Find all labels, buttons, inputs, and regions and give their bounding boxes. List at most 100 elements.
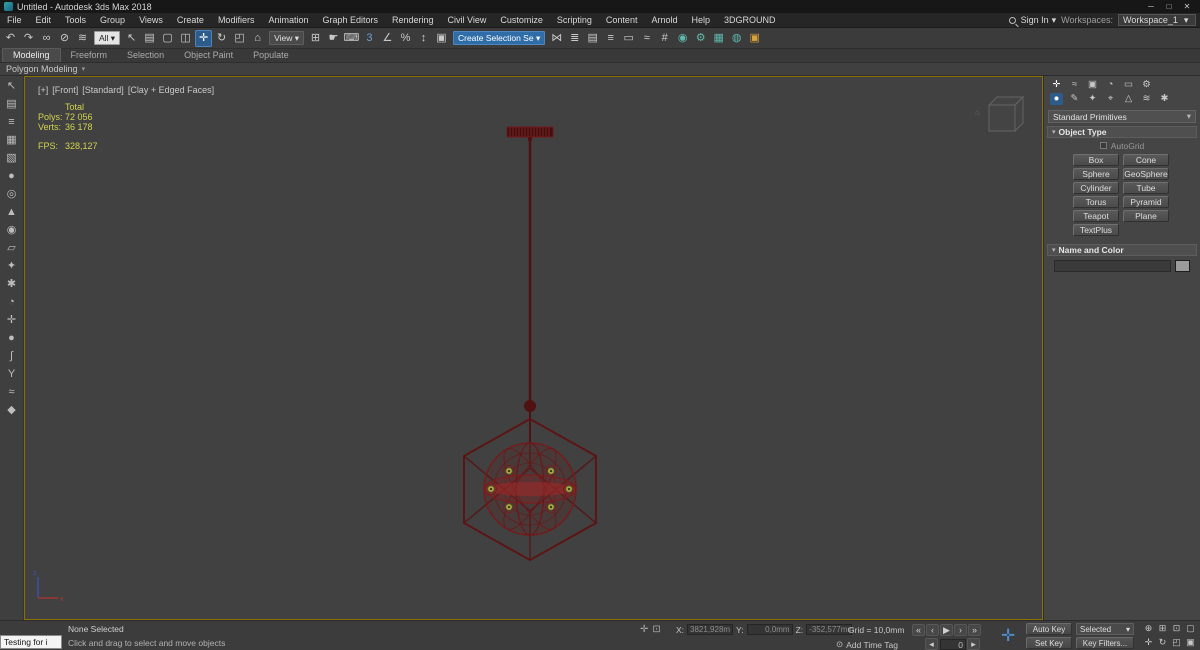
- next-frame-button[interactable]: ›: [954, 624, 967, 636]
- viewport-config-icon[interactable]: ▣: [1184, 636, 1197, 649]
- align-icon[interactable]: ≣: [566, 30, 583, 47]
- box-primitive-icon[interactable]: ▧: [3, 151, 21, 166]
- lights-subtab[interactable]: ✦: [1086, 93, 1099, 105]
- group-menu[interactable]: Group: [93, 13, 132, 28]
- rendering-menu[interactable]: Rendering: [385, 13, 441, 28]
- mirror-icon[interactable]: ⋈: [548, 30, 565, 47]
- textplus-button[interactable]: TextPlus: [1073, 224, 1119, 236]
- polygon-modeling-panel[interactable]: Polygon Modeling: [6, 64, 78, 74]
- select-and-scale-icon[interactable]: ◰: [231, 30, 248, 47]
- select-by-name-icon[interactable]: ▤: [141, 30, 158, 47]
- edit-menu[interactable]: Edit: [29, 13, 59, 28]
- render-production-icon[interactable]: ◍: [728, 30, 745, 47]
- edit-named-selections-icon[interactable]: ▣: [433, 30, 450, 47]
- maximize-button[interactable]: □: [1160, 2, 1178, 11]
- shapes-subtab[interactable]: ✎: [1068, 93, 1081, 105]
- object-name-field[interactable]: [1054, 260, 1171, 272]
- gizmo-icon[interactable]: ◆: [3, 403, 21, 418]
- set-key-button[interactable]: Set Key: [1026, 637, 1072, 649]
- select-and-link-icon[interactable]: ∞: [38, 30, 55, 47]
- scene-explorer-toggle-icon[interactable]: ▤: [584, 30, 601, 47]
- customize-menu[interactable]: Customize: [493, 13, 550, 28]
- autogrid-checkbox[interactable]: [1100, 142, 1107, 149]
- viewport-menu-standard[interactable]: [Standard]: [82, 85, 124, 95]
- zoom-icon[interactable]: ⊕: [1142, 622, 1155, 635]
- material-editor-icon[interactable]: ◉: [674, 30, 691, 47]
- viewport-menu-pov[interactable]: [Front]: [52, 85, 78, 95]
- keyboard-override-icon[interactable]: ⌨: [343, 30, 360, 47]
- camera-icon[interactable]: ◔: [3, 295, 21, 310]
- help-menu[interactable]: Help: [684, 13, 717, 28]
- plane-primitive-icon[interactable]: ▱: [3, 241, 21, 256]
- plane-button[interactable]: Plane: [1123, 210, 1169, 222]
- workspace-dropdown[interactable]: Workspace_1 ▾: [1118, 14, 1196, 26]
- named-selection-field[interactable]: Create Selection Se ▾: [453, 31, 545, 45]
- hierarchy-tab[interactable]: ▣: [1086, 79, 1099, 91]
- curve-editor-icon[interactable]: ≈: [638, 30, 655, 47]
- viewcube[interactable]: ⌂: [975, 97, 1023, 131]
- selection-filter-dropdown[interactable]: All ▾: [94, 31, 120, 45]
- create-tab[interactable]: ✛: [1050, 79, 1063, 91]
- play-button[interactable]: ▶: [940, 624, 953, 636]
- current-frame-field[interactable]: 0: [940, 639, 966, 650]
- biped-icon[interactable]: Y: [3, 367, 21, 382]
- tools-menu[interactable]: Tools: [58, 13, 93, 28]
- zoom-all-icon[interactable]: ⊞: [1156, 622, 1169, 635]
- civil-view-menu[interactable]: Civil View: [441, 13, 494, 28]
- sphere-button[interactable]: Sphere: [1073, 168, 1119, 180]
- x-coordinate-field[interactable]: 3821,928m: [687, 624, 733, 635]
- transform-gizmo-icon[interactable]: ✛: [1001, 624, 1015, 648]
- viewport-menu-general[interactable]: [+]: [38, 85, 48, 95]
- select-tool-icon[interactable]: ↖: [3, 79, 21, 94]
- cone-primitive-icon[interactable]: ▲: [3, 205, 21, 220]
- helpers-subtab[interactable]: △: [1122, 93, 1135, 105]
- use-pivot-center-icon[interactable]: ⊞: [307, 30, 324, 47]
- go-to-end-button[interactable]: »: [968, 624, 981, 636]
- key-filters-button[interactable]: Key Filters...: [1076, 637, 1134, 649]
- zoom-extents-icon[interactable]: ⊡: [1170, 622, 1183, 635]
- fluid-icon[interactable]: ≈: [3, 385, 21, 400]
- search-icon[interactable]: [1009, 17, 1016, 24]
- add-time-tag[interactable]: ⊙ Add Time Tag: [836, 639, 898, 650]
- pan-icon[interactable]: ✛: [1142, 636, 1155, 649]
- pyramid-button[interactable]: Pyramid: [1123, 196, 1169, 208]
- front-viewport[interactable]: z x ⌂ [+][Front][Standard][Clay + Edged …: [24, 76, 1043, 620]
- content-menu[interactable]: Content: [599, 13, 645, 28]
- geosphere-button[interactable]: GeoSphere: [1123, 168, 1169, 180]
- layers-icon[interactable]: ≡: [3, 115, 21, 130]
- undo-icon[interactable]: ↶: [2, 30, 19, 47]
- auto-key-button[interactable]: Auto Key: [1026, 623, 1072, 635]
- bind-to-space-warp-icon[interactable]: ≋: [74, 30, 91, 47]
- teapot-button[interactable]: Teapot: [1073, 210, 1119, 222]
- tube-button[interactable]: Tube: [1123, 182, 1169, 194]
- modify-tab[interactable]: ≈: [1068, 79, 1081, 91]
- utilities-tab[interactable]: ⚙: [1140, 79, 1153, 91]
- zoom-region-icon[interactable]: ▢: [1184, 622, 1197, 635]
- snaps-toggle-icon[interactable]: 3: [361, 30, 378, 47]
- arnold-menu[interactable]: Arnold: [644, 13, 684, 28]
- percent-snap-icon[interactable]: %: [397, 30, 414, 47]
- maxscript-mini-listener[interactable]: Testing for i: [0, 635, 62, 649]
- maximize-viewport-icon[interactable]: ◰: [1170, 636, 1183, 649]
- go-to-start-button[interactable]: «: [912, 624, 925, 636]
- tab-modeling[interactable]: Modeling: [2, 48, 61, 62]
- create-menu[interactable]: Create: [170, 13, 211, 28]
- helpers-icon[interactable]: ✛: [3, 313, 21, 328]
- spinner-snap-icon[interactable]: ↕: [415, 30, 432, 47]
- display-icon[interactable]: ▦: [3, 133, 21, 148]
- close-button[interactable]: ✕: [1178, 2, 1196, 11]
- y-coordinate-field[interactable]: 0,0mm: [747, 624, 793, 635]
- tab-populate[interactable]: Populate: [243, 49, 299, 62]
- previous-frame-button[interactable]: ‹: [926, 624, 939, 636]
- modifiers-menu[interactable]: Modifiers: [211, 13, 262, 28]
- schematic-view-icon[interactable]: #: [656, 30, 673, 47]
- 3dground-menu[interactable]: 3DGROUND: [717, 13, 783, 28]
- z-coordinate-field[interactable]: -352,577mm: [806, 624, 852, 635]
- select-and-place-icon[interactable]: ⌂: [249, 30, 266, 47]
- select-object-icon[interactable]: ↖: [123, 30, 140, 47]
- orbit-icon[interactable]: ↻: [1156, 636, 1169, 649]
- render-in-cloud-icon[interactable]: ▣: [746, 30, 763, 47]
- minimize-button[interactable]: ─: [1142, 2, 1160, 11]
- tab-selection[interactable]: Selection: [117, 49, 174, 62]
- reference-coordinate-dropdown[interactable]: View ▾: [269, 31, 304, 45]
